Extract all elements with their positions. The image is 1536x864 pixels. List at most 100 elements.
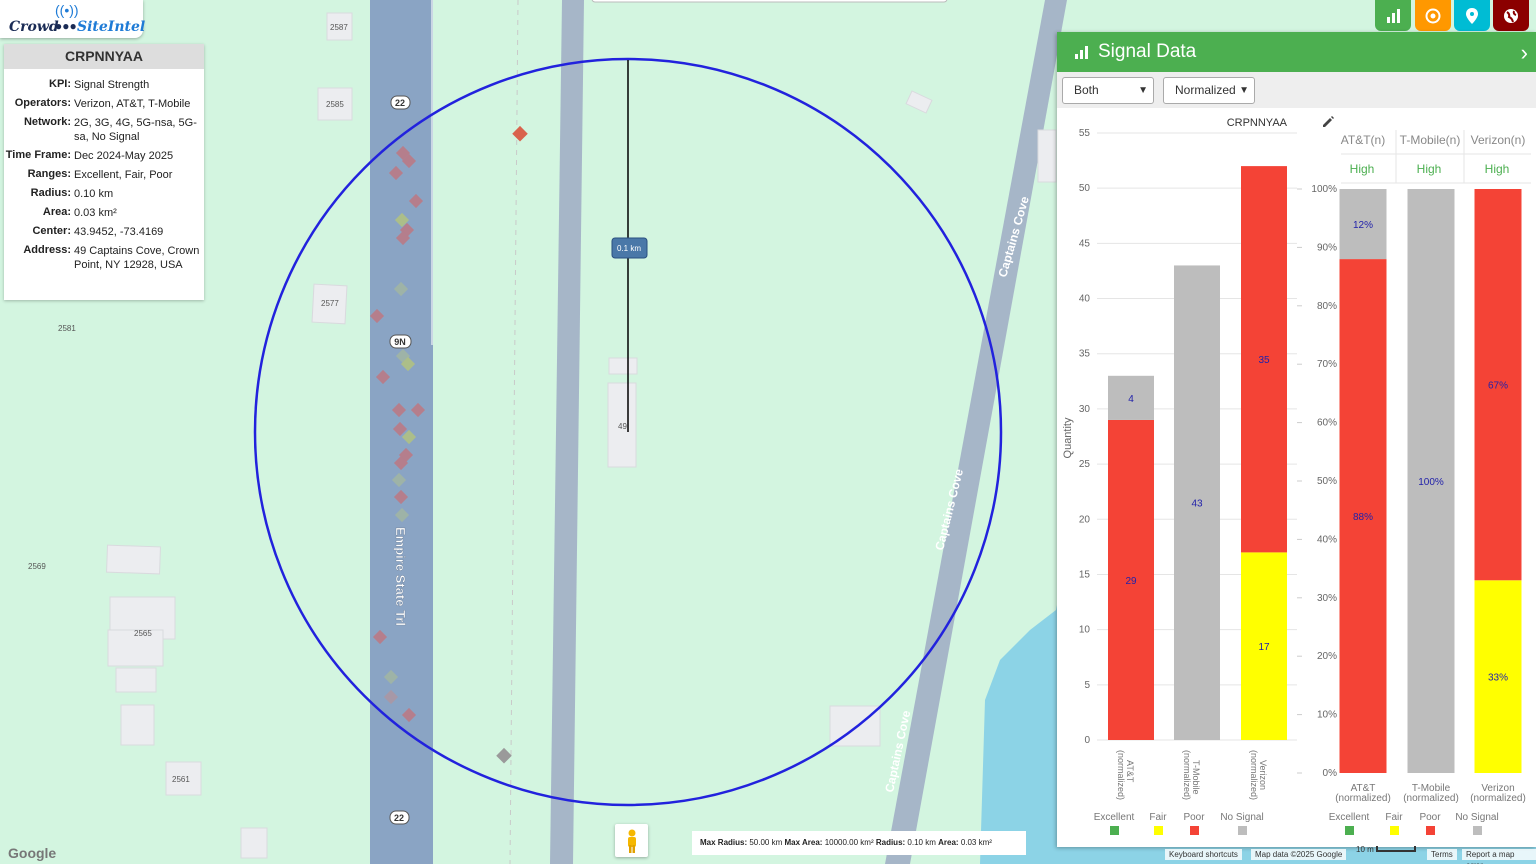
- bar-data-label: 35: [1258, 355, 1270, 366]
- chart-toggle-button[interactable]: [1375, 0, 1411, 31]
- radius-info-bar: Max Radius: 50.00 km Max Area: 10000.00 …: [692, 831, 1026, 855]
- y-tick-label: 55: [1079, 128, 1091, 139]
- chart-title: CRPNNYAA: [1227, 117, 1288, 129]
- legend-label: Poor: [1419, 812, 1441, 823]
- collapse-panel-chevron-icon[interactable]: ›: [1521, 40, 1528, 66]
- target-button[interactable]: [1415, 0, 1451, 31]
- panel-header: Signal Data ›: [1057, 32, 1536, 72]
- search-bar-edge[interactable]: [591, 0, 948, 3]
- parcel-number: 2565: [134, 629, 152, 638]
- info-row-network: Network: 2G, 3G, 4G, 5G-nsa, 5G-sa, No Si…: [23, 116, 197, 143]
- terms-link[interactable]: Terms: [1427, 849, 1457, 860]
- operator-level: High: [1350, 162, 1375, 176]
- report-map-error-link[interactable]: Report a map error: [1462, 849, 1536, 864]
- bar-data-label: 17: [1258, 642, 1270, 653]
- y-tick-label: 20%: [1317, 651, 1337, 662]
- highway-shield: 9N: [389, 334, 412, 349]
- y-tick-label: 100%: [1311, 184, 1337, 195]
- scale-bar: [1376, 846, 1416, 852]
- legend-swatch: [1110, 826, 1119, 835]
- signal-marker-poor[interactable]: [512, 125, 528, 142]
- operator-header: Verizon(n): [1471, 133, 1526, 147]
- y-tick-label: 20: [1079, 514, 1091, 525]
- y-tick-label: 10: [1079, 625, 1091, 636]
- legend-label: Fair: [1385, 812, 1403, 823]
- panel-controls: Both ▼ Normalized ▼: [1057, 72, 1536, 108]
- edit-pencil-icon[interactable]: [1323, 116, 1334, 127]
- bar-data-label: 88%: [1353, 512, 1373, 523]
- operator-header: T-Mobile(n): [1400, 133, 1461, 147]
- site-id-title: CRPNNYAA: [4, 44, 204, 69]
- y-tick-label: 30: [1079, 404, 1091, 415]
- y-tick-label: 0%: [1323, 768, 1338, 779]
- svg-text:0.1 km: 0.1 km: [617, 244, 641, 253]
- highway-shield: 22: [389, 810, 410, 825]
- globe-button[interactable]: [1493, 0, 1529, 31]
- chevron-down-icon: ▼: [1138, 85, 1148, 96]
- info-row-timeframe: Time Frame: Dec 2024-May 2025: [5, 149, 174, 162]
- legends: Excellent Fair Poor No Signal Excellent Fair P…: [1094, 812, 1499, 835]
- bar-data-label: 12%: [1353, 220, 1373, 231]
- location-button[interactable]: [1454, 0, 1490, 31]
- road-label: Empire State Trl: [393, 527, 408, 626]
- mode-select[interactable]: Normalized ▼: [1163, 77, 1255, 104]
- info-row-address: Address: 49 Captains Cove, Crown Point, N…: [23, 244, 200, 271]
- parcel-number: 2569: [28, 562, 46, 571]
- x-tick-label: (normalized): [1116, 750, 1126, 800]
- quantity-chart: CRPNNYAA Quantity 0 5 10 15 20 25 30 35 40 45 50 55 29…: [1062, 117, 1297, 800]
- parcel-number: 2587: [330, 23, 348, 32]
- chart-icon: [1387, 8, 1400, 23]
- signal-data-panel: Signal Data › Both ▼ Normalized ▼ CRPNNYAA…: [1057, 32, 1536, 847]
- map-pin-icon: [1466, 7, 1478, 24]
- signal-marker-nosignal[interactable]: [496, 747, 512, 764]
- street-view-pegman[interactable]: [615, 824, 648, 857]
- keyboard-shortcuts-link[interactable]: Keyboard shortcuts: [1165, 849, 1242, 860]
- legend-swatch: [1390, 826, 1399, 835]
- bar-data-label: 29: [1125, 576, 1137, 587]
- info-row-ranges: Ranges: Excellent, Fair, Poor: [27, 168, 173, 181]
- y-tick-label: 45: [1079, 238, 1091, 249]
- parcel-number: 2561: [172, 775, 190, 784]
- operator-select[interactable]: Both ▼: [1062, 77, 1154, 104]
- legend-label: Excellent: [1329, 812, 1370, 823]
- legend-swatch: [1190, 826, 1199, 835]
- target-icon: [1425, 8, 1441, 23]
- y-tick-label: 50: [1079, 183, 1091, 194]
- app-logo[interactable]: ((•)) Crowd ●●● SiteIntel: [0, 0, 145, 38]
- legend-label: Poor: [1183, 812, 1205, 823]
- operator-level: High: [1417, 162, 1442, 176]
- site-info-panel: CRPNNYAA KPI: Signal Strength Operators: V…: [4, 44, 204, 300]
- bar-data-label: 33%: [1488, 673, 1508, 684]
- x-tick-label: (normalized): [1335, 793, 1391, 804]
- legend-swatch: [1426, 826, 1435, 835]
- scale-label: 10 m: [1356, 845, 1374, 854]
- y-tick-label: 0: [1084, 735, 1090, 746]
- svg-text:9N: 9N: [394, 337, 406, 347]
- highway-shield: 22: [390, 95, 411, 110]
- info-row-operators: Operators: Verizon, AT&T, T-Mobile: [14, 97, 191, 110]
- legend-label: Excellent: [1094, 812, 1135, 823]
- x-tick-label: (normalized): [1249, 750, 1259, 800]
- charts-area: CRPNNYAA Quantity 0 5 10 15 20 25 30 35 40 45 50 55 29…: [1062, 116, 1531, 835]
- y-tick-label: 25: [1079, 459, 1091, 470]
- y-tick-label: 90%: [1317, 242, 1337, 253]
- x-tick-label: (normalized): [1403, 793, 1459, 804]
- y-tick-label: 40: [1079, 294, 1091, 305]
- legend-label: No Signal: [1455, 812, 1498, 823]
- legend-swatch: [1154, 826, 1163, 835]
- y-tick-label: 70%: [1317, 359, 1337, 370]
- google-logo: Google: [8, 845, 57, 861]
- y-tick-label: 80%: [1317, 301, 1337, 312]
- chevron-down-icon: ▼: [1239, 85, 1249, 96]
- radius-distance-label[interactable]: 0.1 km: [611, 237, 648, 259]
- info-row-area: Area: 0.03 km²: [42, 206, 117, 219]
- globe-icon: [1504, 8, 1518, 23]
- info-row-radius: Radius: 0.10 km: [30, 187, 114, 200]
- info-row-center: Center: 43.9452, -73.4169: [32, 225, 164, 238]
- y-tick-label: 35: [1079, 349, 1091, 360]
- parcel-number: 2577: [321, 299, 339, 308]
- operator-header: AT&T(n): [1341, 133, 1385, 147]
- y-tick-label: 50%: [1317, 476, 1337, 487]
- legend-label: No Signal: [1220, 812, 1263, 823]
- x-tick-label: (normalized): [1470, 793, 1526, 804]
